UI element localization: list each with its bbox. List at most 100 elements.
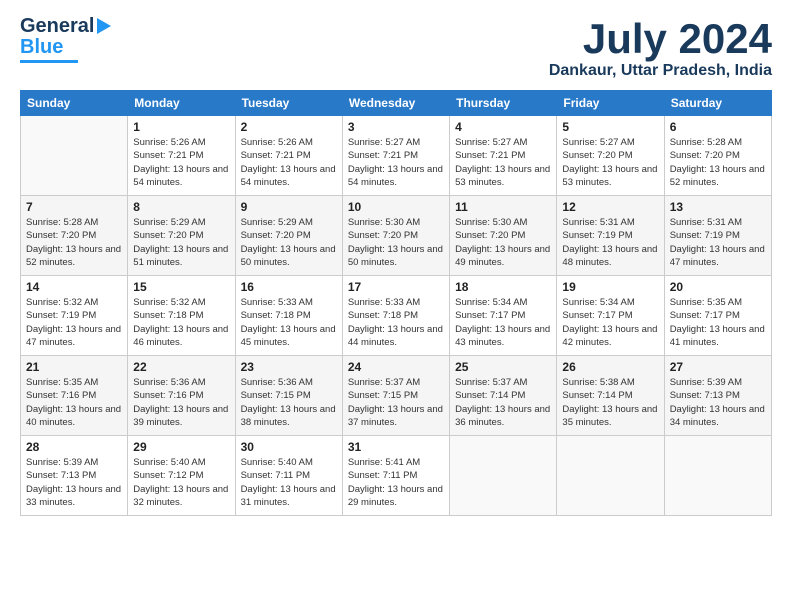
- day-cell: [664, 436, 771, 516]
- day-info: Sunrise: 5:40 AMSunset: 7:12 PMDaylight:…: [133, 456, 229, 509]
- day-number: 2: [241, 120, 337, 134]
- day-number: 29: [133, 440, 229, 454]
- day-info: Sunrise: 5:30 AMSunset: 7:20 PMDaylight:…: [348, 216, 444, 269]
- day-cell: 20 Sunrise: 5:35 AMSunset: 7:17 PMDaylig…: [664, 276, 771, 356]
- day-cell: 1 Sunrise: 5:26 AMSunset: 7:21 PMDayligh…: [128, 116, 235, 196]
- day-info: Sunrise: 5:41 AMSunset: 7:11 PMDaylight:…: [348, 456, 444, 509]
- day-cell: 4 Sunrise: 5:27 AMSunset: 7:21 PMDayligh…: [450, 116, 557, 196]
- day-cell: 19 Sunrise: 5:34 AMSunset: 7:17 PMDaylig…: [557, 276, 664, 356]
- day-number: 27: [670, 360, 766, 374]
- day-number: 5: [562, 120, 658, 134]
- day-cell: 27 Sunrise: 5:39 AMSunset: 7:13 PMDaylig…: [664, 356, 771, 436]
- header-tuesday: Tuesday: [235, 91, 342, 116]
- calendar-table: Sunday Monday Tuesday Wednesday Thursday…: [20, 90, 772, 516]
- day-info: Sunrise: 5:40 AMSunset: 7:11 PMDaylight:…: [241, 456, 337, 509]
- logo: General Blue: [20, 16, 111, 63]
- day-number: 21: [26, 360, 122, 374]
- day-number: 20: [670, 280, 766, 294]
- month-title: July 2024: [549, 16, 772, 62]
- logo-arrow-icon: [97, 18, 111, 34]
- day-cell: 22 Sunrise: 5:36 AMSunset: 7:16 PMDaylig…: [128, 356, 235, 436]
- day-number: 19: [562, 280, 658, 294]
- weekday-header-row: Sunday Monday Tuesday Wednesday Thursday…: [21, 91, 772, 116]
- day-cell: 15 Sunrise: 5:32 AMSunset: 7:18 PMDaylig…: [128, 276, 235, 356]
- logo-blue-text: Blue: [20, 36, 63, 58]
- day-info: Sunrise: 5:38 AMSunset: 7:14 PMDaylight:…: [562, 376, 658, 429]
- day-info: Sunrise: 5:34 AMSunset: 7:17 PMDaylight:…: [562, 296, 658, 349]
- header-monday: Monday: [128, 91, 235, 116]
- day-cell: 11 Sunrise: 5:30 AMSunset: 7:20 PMDaylig…: [450, 196, 557, 276]
- day-number: 3: [348, 120, 444, 134]
- day-cell: 2 Sunrise: 5:26 AMSunset: 7:21 PMDayligh…: [235, 116, 342, 196]
- header-thursday: Thursday: [450, 91, 557, 116]
- day-cell: 12 Sunrise: 5:31 AMSunset: 7:19 PMDaylig…: [557, 196, 664, 276]
- day-number: 11: [455, 200, 551, 214]
- day-info: Sunrise: 5:28 AMSunset: 7:20 PMDaylight:…: [26, 216, 122, 269]
- day-info: Sunrise: 5:36 AMSunset: 7:16 PMDaylight:…: [133, 376, 229, 429]
- day-number: 31: [348, 440, 444, 454]
- day-number: 18: [455, 280, 551, 294]
- day-info: Sunrise: 5:39 AMSunset: 7:13 PMDaylight:…: [670, 376, 766, 429]
- header-friday: Friday: [557, 91, 664, 116]
- day-info: Sunrise: 5:29 AMSunset: 7:20 PMDaylight:…: [241, 216, 337, 269]
- page: General Blue July 2024 Dankaur, Uttar Pr…: [0, 0, 792, 526]
- day-cell: 5 Sunrise: 5:27 AMSunset: 7:20 PMDayligh…: [557, 116, 664, 196]
- day-info: Sunrise: 5:35 AMSunset: 7:16 PMDaylight:…: [26, 376, 122, 429]
- header-sunday: Sunday: [21, 91, 128, 116]
- day-cell: 6 Sunrise: 5:28 AMSunset: 7:20 PMDayligh…: [664, 116, 771, 196]
- day-cell: 31 Sunrise: 5:41 AMSunset: 7:11 PMDaylig…: [342, 436, 449, 516]
- day-number: 15: [133, 280, 229, 294]
- day-number: 13: [670, 200, 766, 214]
- day-info: Sunrise: 5:32 AMSunset: 7:18 PMDaylight:…: [133, 296, 229, 349]
- day-cell: 29 Sunrise: 5:40 AMSunset: 7:12 PMDaylig…: [128, 436, 235, 516]
- day-info: Sunrise: 5:34 AMSunset: 7:17 PMDaylight:…: [455, 296, 551, 349]
- logo-text: General: [20, 16, 94, 36]
- day-cell: [450, 436, 557, 516]
- day-info: Sunrise: 5:30 AMSunset: 7:20 PMDaylight:…: [455, 216, 551, 269]
- day-info: Sunrise: 5:32 AMSunset: 7:19 PMDaylight:…: [26, 296, 122, 349]
- day-number: 8: [133, 200, 229, 214]
- logo-underline: [20, 60, 78, 63]
- day-info: Sunrise: 5:28 AMSunset: 7:20 PMDaylight:…: [670, 136, 766, 189]
- header-saturday: Saturday: [664, 91, 771, 116]
- day-number: 22: [133, 360, 229, 374]
- day-cell: 26 Sunrise: 5:38 AMSunset: 7:14 PMDaylig…: [557, 356, 664, 436]
- day-info: Sunrise: 5:26 AMSunset: 7:21 PMDaylight:…: [133, 136, 229, 189]
- day-number: 17: [348, 280, 444, 294]
- day-cell: 17 Sunrise: 5:33 AMSunset: 7:18 PMDaylig…: [342, 276, 449, 356]
- day-cell: 10 Sunrise: 5:30 AMSunset: 7:20 PMDaylig…: [342, 196, 449, 276]
- day-cell: 30 Sunrise: 5:40 AMSunset: 7:11 PMDaylig…: [235, 436, 342, 516]
- day-cell: 18 Sunrise: 5:34 AMSunset: 7:17 PMDaylig…: [450, 276, 557, 356]
- day-cell: 16 Sunrise: 5:33 AMSunset: 7:18 PMDaylig…: [235, 276, 342, 356]
- day-cell: 13 Sunrise: 5:31 AMSunset: 7:19 PMDaylig…: [664, 196, 771, 276]
- day-cell: 9 Sunrise: 5:29 AMSunset: 7:20 PMDayligh…: [235, 196, 342, 276]
- title-block: July 2024 Dankaur, Uttar Pradesh, India: [549, 16, 772, 80]
- day-number: 14: [26, 280, 122, 294]
- day-number: 1: [133, 120, 229, 134]
- day-cell: 21 Sunrise: 5:35 AMSunset: 7:16 PMDaylig…: [21, 356, 128, 436]
- header-wednesday: Wednesday: [342, 91, 449, 116]
- day-info: Sunrise: 5:26 AMSunset: 7:21 PMDaylight:…: [241, 136, 337, 189]
- day-cell: 3 Sunrise: 5:27 AMSunset: 7:21 PMDayligh…: [342, 116, 449, 196]
- day-number: 24: [348, 360, 444, 374]
- day-info: Sunrise: 5:33 AMSunset: 7:18 PMDaylight:…: [241, 296, 337, 349]
- week-row-4: 21 Sunrise: 5:35 AMSunset: 7:16 PMDaylig…: [21, 356, 772, 436]
- day-cell: 28 Sunrise: 5:39 AMSunset: 7:13 PMDaylig…: [21, 436, 128, 516]
- day-info: Sunrise: 5:31 AMSunset: 7:19 PMDaylight:…: [562, 216, 658, 269]
- week-row-5: 28 Sunrise: 5:39 AMSunset: 7:13 PMDaylig…: [21, 436, 772, 516]
- day-info: Sunrise: 5:39 AMSunset: 7:13 PMDaylight:…: [26, 456, 122, 509]
- day-number: 6: [670, 120, 766, 134]
- day-number: 4: [455, 120, 551, 134]
- day-number: 7: [26, 200, 122, 214]
- day-info: Sunrise: 5:35 AMSunset: 7:17 PMDaylight:…: [670, 296, 766, 349]
- week-row-2: 7 Sunrise: 5:28 AMSunset: 7:20 PMDayligh…: [21, 196, 772, 276]
- day-info: Sunrise: 5:27 AMSunset: 7:21 PMDaylight:…: [348, 136, 444, 189]
- day-number: 12: [562, 200, 658, 214]
- day-number: 16: [241, 280, 337, 294]
- day-number: 28: [26, 440, 122, 454]
- week-row-3: 14 Sunrise: 5:32 AMSunset: 7:19 PMDaylig…: [21, 276, 772, 356]
- day-number: 23: [241, 360, 337, 374]
- day-cell: 24 Sunrise: 5:37 AMSunset: 7:15 PMDaylig…: [342, 356, 449, 436]
- day-number: 9: [241, 200, 337, 214]
- day-number: 10: [348, 200, 444, 214]
